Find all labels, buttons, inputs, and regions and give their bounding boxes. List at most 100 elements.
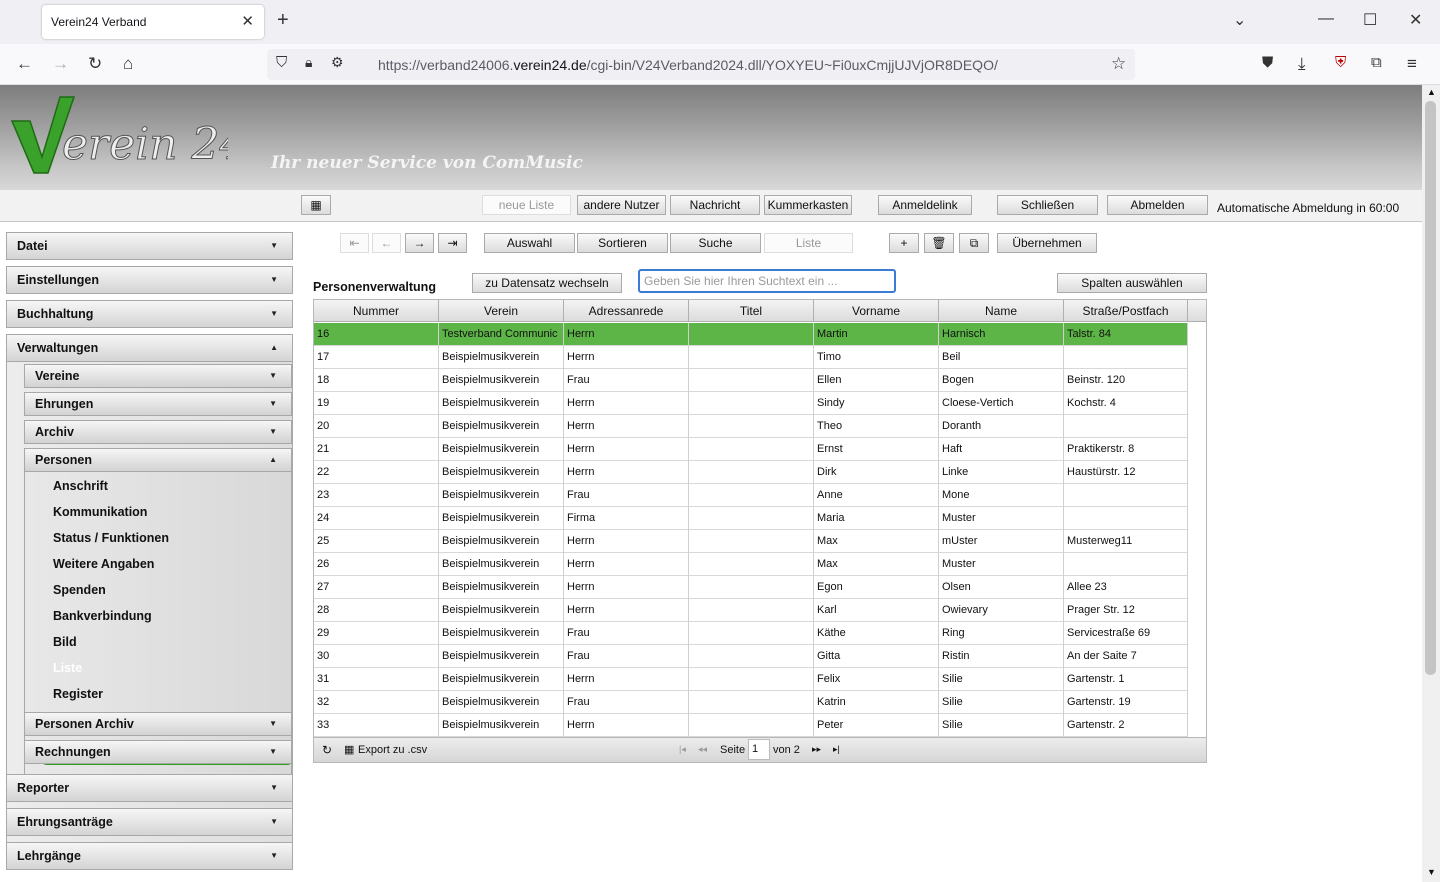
- tab-list-chevron-icon[interactable]: ⌄: [1233, 10, 1246, 30]
- permissions-icon[interactable]: ⚙: [331, 54, 344, 71]
- message-button[interactable]: Nachricht: [670, 195, 760, 215]
- sidebar-item-ehrungsantraege[interactable]: Ehrungsanträge ▼: [6, 808, 293, 836]
- table-row[interactable]: 17 Beispielmusikverein Herrn Timo Beil: [314, 346, 1188, 369]
- sidebar-item-datei[interactable]: Datei ▼: [6, 232, 293, 260]
- column-header[interactable]: Straße/Postfach: [1064, 300, 1188, 322]
- sidebar-item-personen-archiv[interactable]: Personen Archiv ▼: [24, 712, 292, 736]
- scroll-down-icon[interactable]: ▼: [1427, 867, 1436, 877]
- sidebar-item-vereine[interactable]: Vereine ▼: [24, 364, 292, 388]
- first-record-icon[interactable]: ⇤: [340, 233, 369, 253]
- scroll-thumb[interactable]: [1425, 101, 1436, 675]
- apply-button[interactable]: Übernehmen: [997, 233, 1097, 253]
- sidebar-item-status[interactable]: Status / Funktionen: [53, 527, 169, 549]
- table-row[interactable]: 28 Beispielmusikverein Herrn Karl Owievary Pr…: [314, 599, 1188, 622]
- table-row[interactable]: 33 Beispielmusikverein Herrn Peter Silie Gart…: [314, 714, 1188, 737]
- sidebar-item-kommunikation[interactable]: Kommunikation: [53, 501, 147, 523]
- delete-icon[interactable]: 🗑︎: [924, 233, 954, 253]
- table-row[interactable]: 18 Beispielmusikverein Frau Ellen Bogen Beins…: [314, 369, 1188, 392]
- sidebar-item-verwaltungen[interactable]: Verwaltungen ▲: [6, 334, 293, 362]
- sidebar-item-spenden[interactable]: Spenden: [53, 579, 106, 601]
- switch-record-button[interactable]: zu Datensatz wechseln: [472, 273, 622, 293]
- close-button[interactable]: Schließen: [997, 195, 1098, 215]
- home-icon[interactable]: ⌂: [123, 54, 133, 74]
- sidebar-item-buchhaltung[interactable]: Buchhaltung ▼: [6, 300, 293, 328]
- sidebar-item-rechnungen[interactable]: Rechnungen ▼: [24, 740, 292, 764]
- sidebar-item-ehrungen[interactable]: Ehrungen ▼: [24, 392, 292, 416]
- table-row[interactable]: 29 Beispielmusikverein Frau Käthe Ring Servic…: [314, 622, 1188, 645]
- table-row[interactable]: 19 Beispielmusikverein Herrn Sindy Cloese-Ve…: [314, 392, 1188, 415]
- last-page-icon[interactable]: ▸|: [833, 744, 840, 755]
- url-bar[interactable]: ⛉ 🔒︎ ⚙ https://verband24006.verein24.de/…: [267, 49, 1135, 80]
- other-users-button[interactable]: andere Nutzer: [577, 195, 666, 215]
- table-row[interactable]: 20 Beispielmusikverein Herrn Theo Doranth: [314, 415, 1188, 438]
- sidebar-item-einstellungen[interactable]: Einstellungen ▼: [6, 266, 293, 294]
- table-row[interactable]: 21 Beispielmusikverein Herrn Ernst Haft Prakt…: [314, 438, 1188, 461]
- table-row[interactable]: 27 Beispielmusikverein Herrn Egon Olsen Allee…: [314, 576, 1188, 599]
- page-scrollbar[interactable]: ▲ ▼: [1422, 85, 1440, 882]
- ublock-icon[interactable]: ⛨: [1335, 54, 1346, 71]
- download-icon[interactable]: ⤓: [1298, 54, 1306, 74]
- sidebar-item-lehrgaenge[interactable]: Lehrgänge ▼: [6, 842, 293, 870]
- menu-icon[interactable]: ≡: [1407, 54, 1417, 74]
- sidebar-item-bankverbindung[interactable]: Bankverbindung: [53, 605, 152, 627]
- pocket-icon[interactable]: ⛊: [1262, 54, 1273, 71]
- new-list-button[interactable]: neue Liste: [482, 195, 571, 215]
- table-row[interactable]: 31 Beispielmusikverein Herrn Felix Silie Gart…: [314, 668, 1188, 691]
- sort-button[interactable]: Sortieren: [577, 233, 668, 253]
- table-row[interactable]: 32 Beispielmusikverein Frau Katrin Silie Gart…: [314, 691, 1188, 714]
- logout-button[interactable]: Abmelden: [1107, 195, 1208, 215]
- table-row[interactable]: 23 Beispielmusikverein Frau Anne Mone: [314, 484, 1188, 507]
- column-header[interactable]: Adressanrede: [564, 300, 689, 322]
- list-button[interactable]: Liste: [764, 233, 853, 253]
- minimize-icon[interactable]: —: [1318, 10, 1334, 28]
- sidebar-item-personen[interactable]: Personen ▲: [24, 448, 292, 472]
- new-tab-icon[interactable]: +: [277, 9, 289, 32]
- sidebar-item-anschrift[interactable]: Anschrift: [53, 475, 108, 497]
- table-row[interactable]: 16 Testverband Communic Herrn Martin Harnisc…: [314, 323, 1188, 346]
- export-csv-link[interactable]: Export zu .csv: [358, 744, 427, 756]
- scroll-up-icon[interactable]: ▲: [1427, 87, 1436, 97]
- add-icon[interactable]: +: [889, 233, 919, 253]
- table-row[interactable]: 22 Beispielmusikverein Herrn Dirk Linke Haust…: [314, 461, 1188, 484]
- column-header[interactable]: Verein: [439, 300, 564, 322]
- maximize-icon[interactable]: ☐: [1363, 10, 1377, 30]
- sidebar-item-archiv[interactable]: Archiv ▼: [24, 420, 292, 444]
- close-window-icon[interactable]: ✕: [1409, 10, 1422, 30]
- extensions-icon[interactable]: ⧉: [1371, 54, 1382, 71]
- table-row[interactable]: 26 Beispielmusikverein Herrn Max Muster: [314, 553, 1188, 576]
- sidebar-item-reporter[interactable]: Reporter ▼: [6, 774, 293, 802]
- prev-record-icon[interactable]: ←: [372, 233, 401, 253]
- reload-icon[interactable]: ↻: [88, 54, 102, 74]
- lock-icon[interactable]: 🔒︎: [305, 54, 312, 71]
- column-header[interactable]: Vorname: [814, 300, 939, 322]
- column-header[interactable]: Name: [939, 300, 1064, 322]
- prev-page-icon[interactable]: ◂◂: [698, 744, 707, 755]
- back-icon[interactable]: ←: [16, 54, 33, 74]
- signup-link-button[interactable]: Anmeldelink: [878, 195, 972, 215]
- search-button[interactable]: Suche: [670, 233, 761, 253]
- selection-button[interactable]: Auswahl: [484, 233, 575, 253]
- sidebar-item-register[interactable]: Register: [53, 683, 103, 705]
- copy-icon[interactable]: ⧉: [959, 233, 989, 253]
- select-columns-button[interactable]: Spalten auswählen: [1057, 273, 1207, 293]
- column-header[interactable]: Titel: [689, 300, 814, 322]
- close-tab-icon[interactable]: ✕: [241, 12, 254, 30]
- refresh-icon[interactable]: ↻: [322, 743, 332, 757]
- table-row[interactable]: 30 Beispielmusikverein Frau Gitta Ristin An d…: [314, 645, 1188, 668]
- grid-menu-icon[interactable]: ▦: [301, 195, 331, 215]
- next-page-icon[interactable]: ▸▸: [812, 744, 821, 755]
- complaint-box-button[interactable]: Kummerkasten: [764, 195, 852, 215]
- shield-icon[interactable]: ⛉: [276, 54, 287, 71]
- sidebar-item-weitere-angaben[interactable]: Weitere Angaben: [53, 553, 154, 575]
- table-row[interactable]: 25 Beispielmusikverein Herrn Max mUster Muste…: [314, 530, 1188, 553]
- first-page-icon[interactable]: |◂: [679, 744, 686, 755]
- column-header[interactable]: Nummer: [314, 300, 439, 322]
- table-row[interactable]: 24 Beispielmusikverein Firma Maria Muster: [314, 507, 1188, 530]
- sidebar-item-bild[interactable]: Bild: [53, 631, 77, 653]
- search-input[interactable]: Geben Sie hier Ihren Suchtext ein ...: [638, 269, 896, 293]
- page-number-input[interactable]: 1: [748, 739, 770, 760]
- forward-icon[interactable]: →: [52, 54, 69, 74]
- next-record-icon[interactable]: →: [405, 233, 434, 253]
- browser-tab[interactable]: Verein24 Verband ✕: [42, 5, 264, 39]
- sidebar-item-liste[interactable]: Liste: [53, 657, 82, 679]
